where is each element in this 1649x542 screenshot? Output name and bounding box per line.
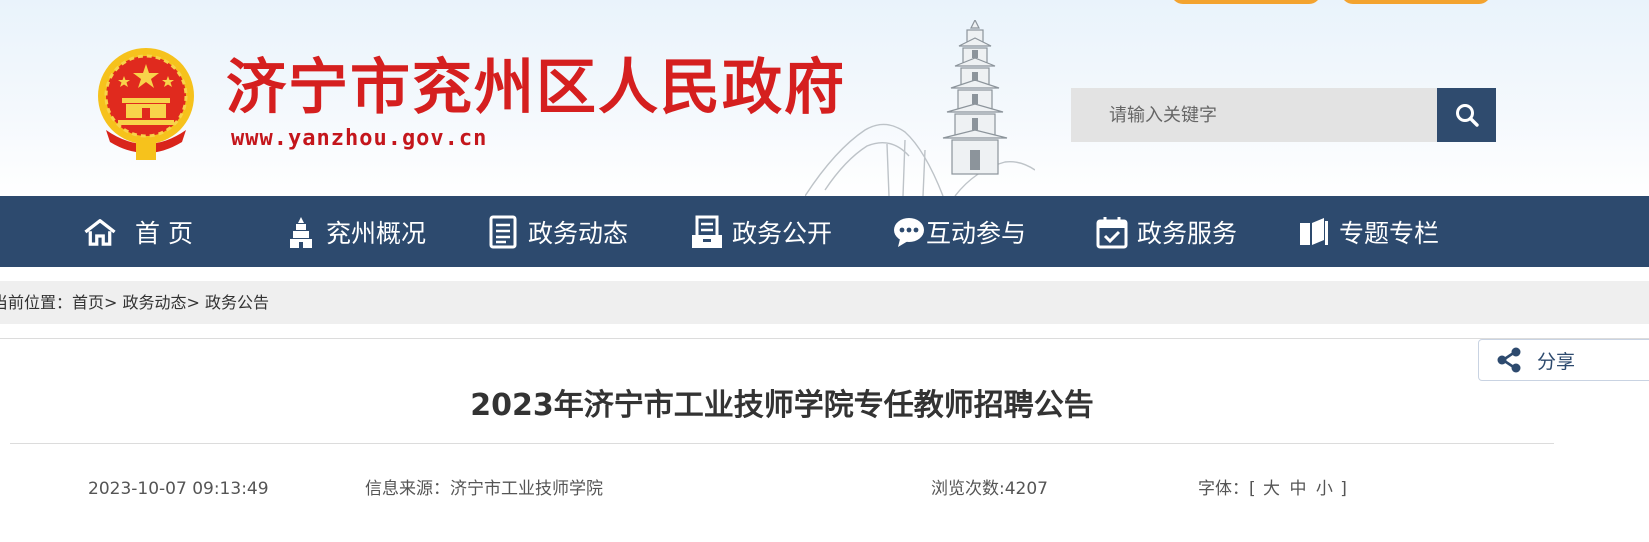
- title-divider: [10, 443, 1554, 444]
- top-tab[interactable]: [1341, 0, 1491, 4]
- chat-bubble-icon: [892, 215, 926, 249]
- calendar-check-icon: [1095, 215, 1129, 249]
- content-divider: [0, 338, 1649, 339]
- share-label: 分享: [1537, 350, 1576, 373]
- nav-item-label: 兖州概况: [326, 218, 427, 248]
- open-document-icon: [690, 215, 724, 249]
- info-source-label: 信息来源：: [365, 479, 450, 499]
- search-input[interactable]: [1071, 88, 1437, 142]
- search-icon: [1455, 104, 1479, 127]
- breadcrumb-bar: 当前位置：首页> 政务动态> 政务公告: [0, 281, 1649, 324]
- info-source: 信息来源：济宁市工业技师学院: [365, 476, 603, 502]
- font-size-controls: 字体：[ 大 中 小 ]: [1198, 476, 1347, 502]
- font-bracket-close: ]: [1340, 479, 1347, 499]
- breadcrumb-government-news[interactable]: 政务动态: [123, 293, 187, 312]
- nav-item-label: 政务公开: [732, 218, 833, 248]
- search-button[interactable]: [1437, 88, 1496, 142]
- breadcrumb-separator: >: [186, 293, 200, 312]
- nav-item-label: 首 页: [135, 218, 193, 248]
- nav-item-label: 政务服务: [1137, 218, 1238, 248]
- nav-item-government-news[interactable]: 政务动态: [486, 196, 628, 267]
- national-emblem-icon: [98, 48, 194, 160]
- view-count-label: 浏览次数:: [931, 479, 1005, 499]
- site-header: 济宁市兖州区人民政府 www.yanzhou.gov.cn: [0, 0, 1649, 196]
- nav-item-label: 政务动态: [528, 218, 629, 248]
- main-navigation: 首 页 兖州概况 政务动态 政务公开 互动参与 政务服务 专题专栏: [0, 196, 1649, 267]
- font-size-small-button[interactable]: 小: [1316, 479, 1333, 499]
- font-bracket-open: [: [1249, 479, 1256, 499]
- nav-item-label: 互动参与: [926, 218, 1027, 248]
- nav-item-interaction[interactable]: 互动参与: [892, 196, 1026, 267]
- breadcrumb: 当前位置：首页> 政务动态> 政务公告: [0, 281, 269, 324]
- site-title: 济宁市兖州区人民政府: [226, 53, 846, 123]
- view-count-value: 4207: [1004, 479, 1048, 499]
- breadcrumb-prefix: 当前位置：: [0, 293, 73, 312]
- nav-item-yanzhou-overview[interactable]: 兖州概况: [284, 196, 426, 267]
- share-button[interactable]: 分享: [1478, 339, 1649, 381]
- nav-item-government-disclosure[interactable]: 政务公开: [690, 196, 832, 267]
- view-count: 浏览次数:4207: [931, 476, 1048, 502]
- building-icon: [284, 215, 318, 249]
- publish-date: 2023-10-07 09:13:49: [88, 479, 269, 499]
- site-url: www.yanzhou.gov.cn: [231, 126, 488, 151]
- nav-item-government-services[interactable]: 政务服务: [1095, 196, 1237, 267]
- article-title: 2023年济宁市工业技师学院专任教师招聘公告: [470, 388, 1094, 423]
- top-tab[interactable]: [1171, 0, 1321, 4]
- info-source-value: 济宁市工业技师学院: [450, 479, 603, 499]
- nav-item-home[interactable]: 首 页: [83, 196, 193, 267]
- document-list-icon: [486, 215, 520, 249]
- breadcrumb-separator: >: [104, 293, 118, 312]
- pagoda-illustration: [805, 20, 1035, 196]
- home-icon: [83, 215, 117, 249]
- font-size-medium-button[interactable]: 中: [1289, 479, 1306, 499]
- nav-item-label: 专题专栏: [1339, 218, 1440, 248]
- font-size-large-button[interactable]: 大: [1263, 479, 1280, 499]
- font-size-label: 字体：: [1198, 479, 1249, 499]
- share-icon: [1497, 347, 1521, 373]
- book-icon: [1297, 215, 1331, 249]
- breadcrumb-home[interactable]: 首页: [72, 293, 104, 312]
- breadcrumb-government-announcements[interactable]: 政务公告: [205, 293, 269, 312]
- nav-item-special-topics[interactable]: 专题专栏: [1297, 196, 1439, 267]
